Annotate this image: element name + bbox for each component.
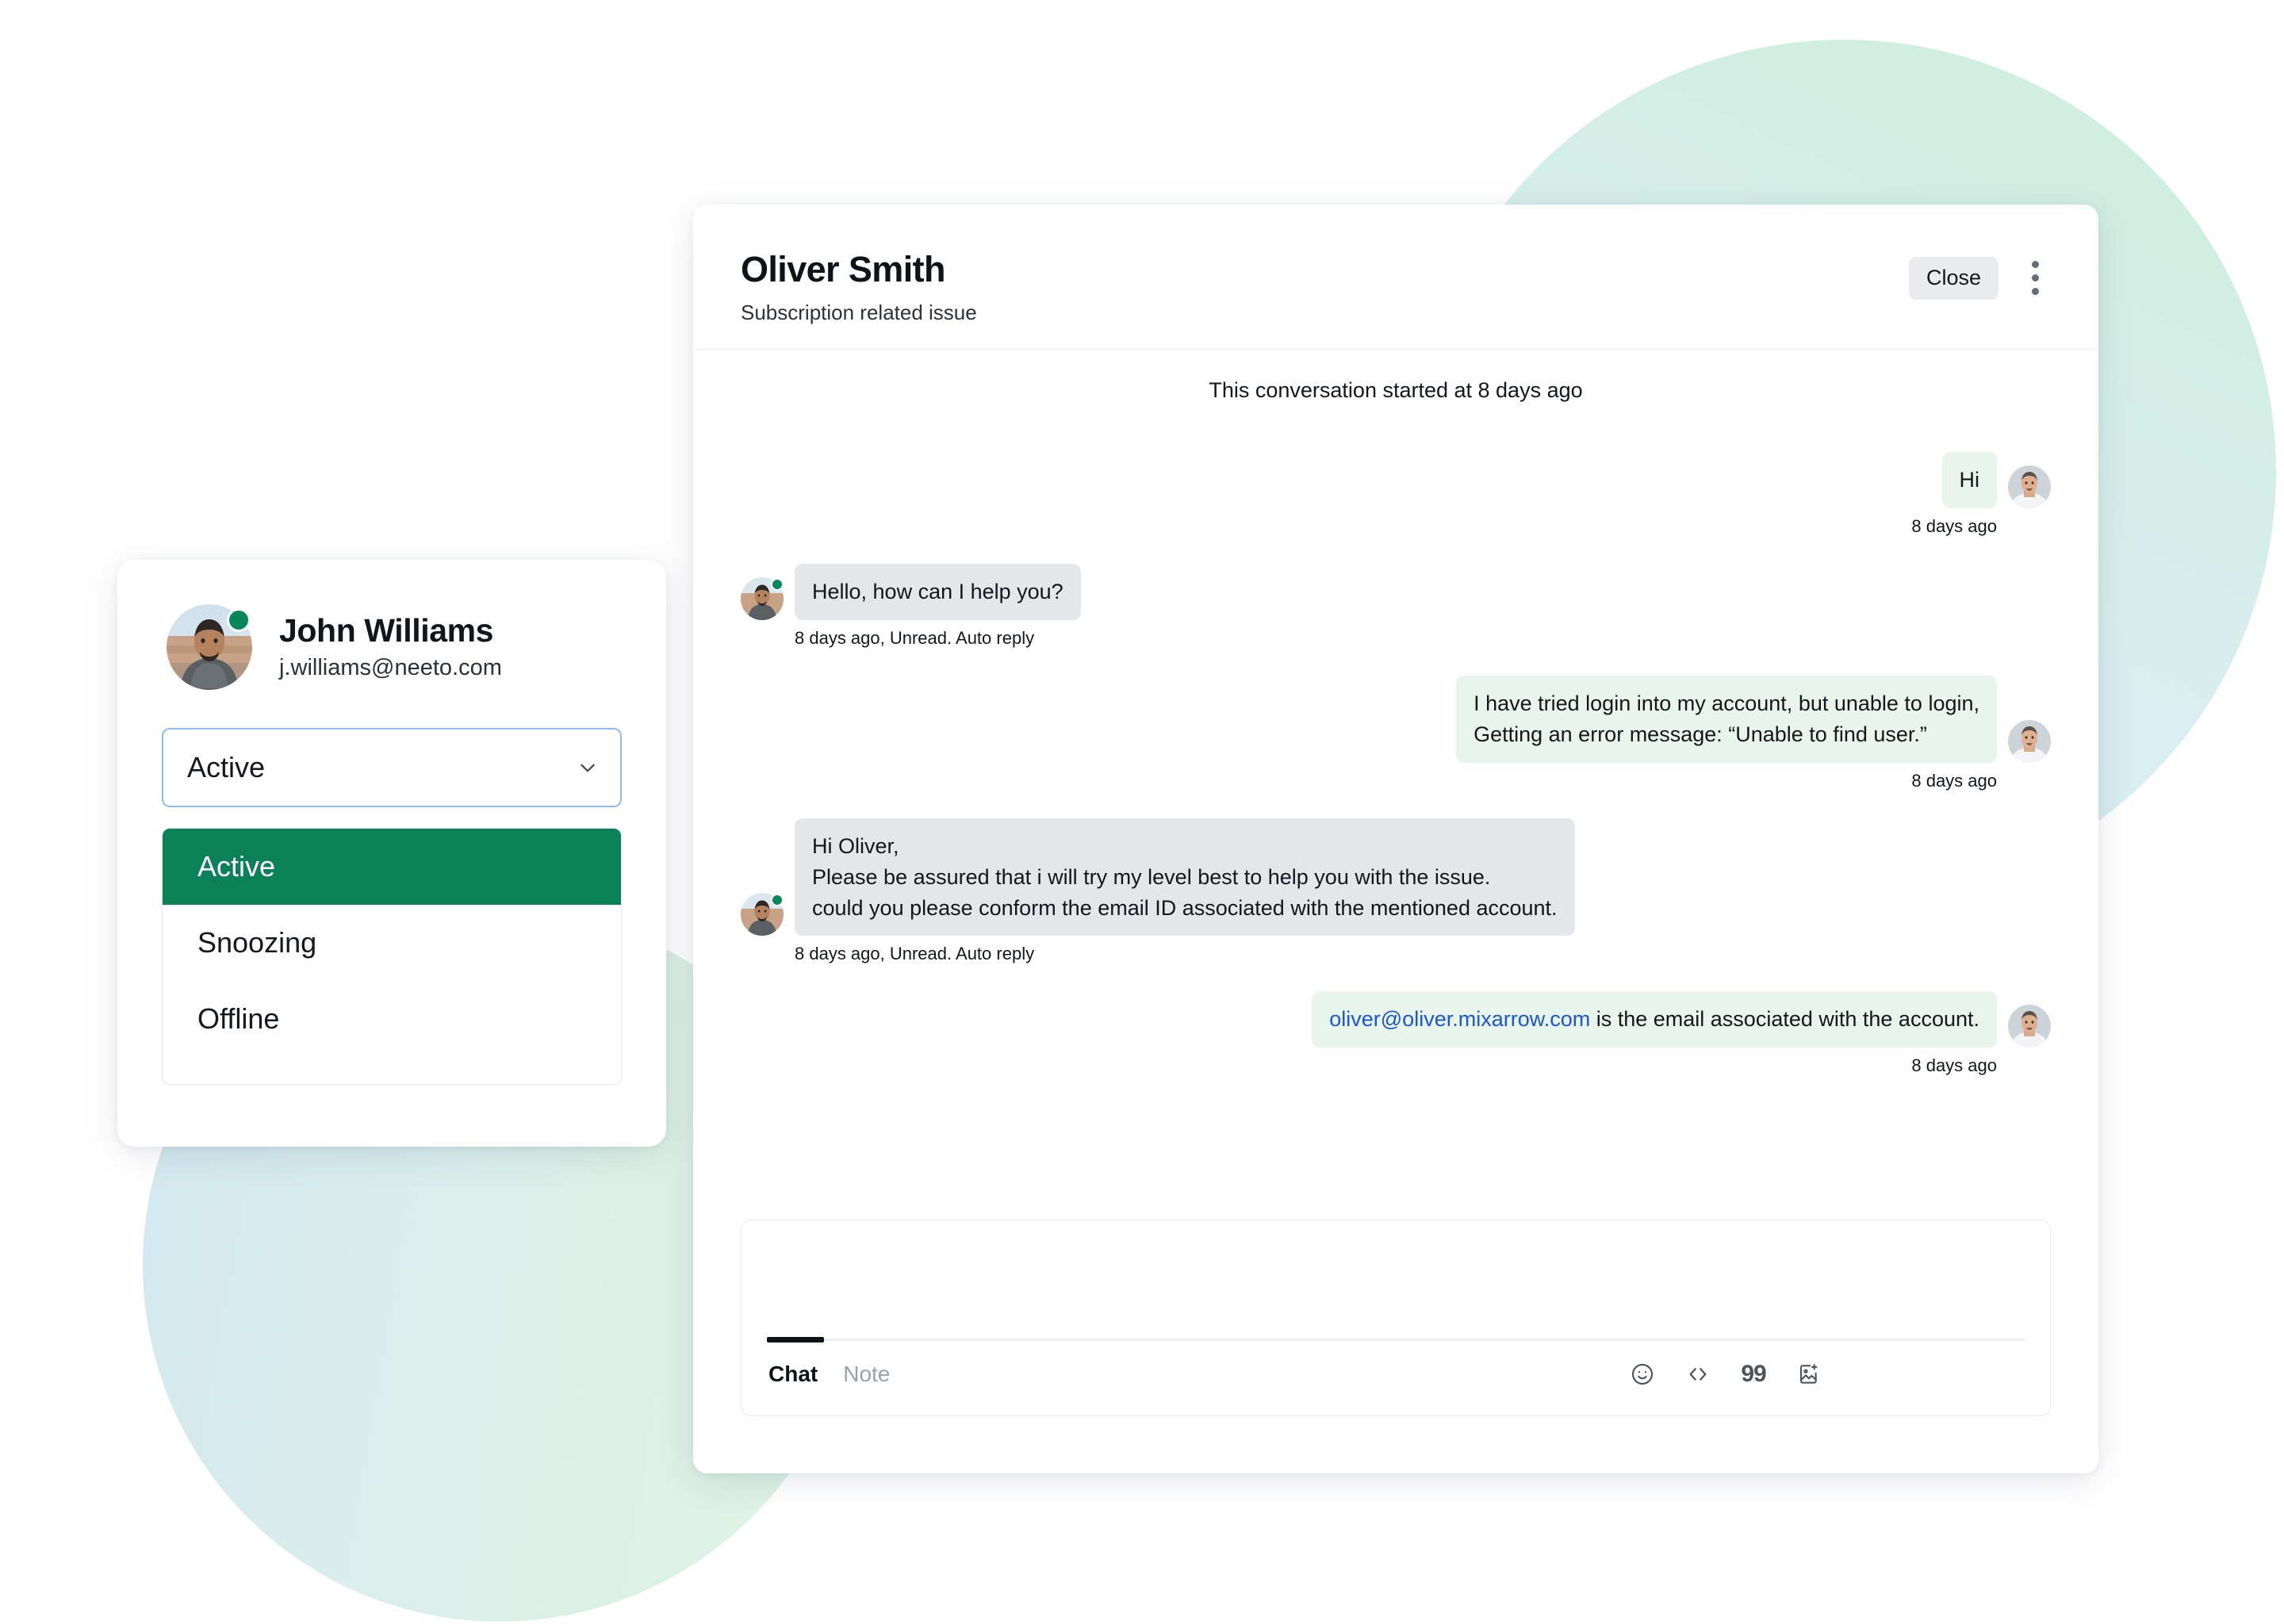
message-in: Hi Oliver, Please be assured that i will…: [741, 818, 2051, 936]
agent-avatar: [741, 577, 784, 620]
close-button[interactable]: Close: [1908, 257, 1998, 300]
quote-icon[interactable]: 99: [1738, 1358, 1769, 1390]
online-status-dot: [771, 578, 784, 591]
agent-email: j.williams@neeto.com: [279, 654, 502, 680]
customer-avatar: [2008, 465, 2051, 511]
customer-avatar-image: [2008, 719, 2051, 766]
agent-avatar-image: [741, 893, 784, 939]
page-title: Oliver Smith: [741, 249, 945, 289]
chevron-down-icon: [577, 757, 598, 778]
message-meta: 8 days ago, Unread. Auto reply: [795, 628, 1035, 648]
message-bubble: Hello, how can I help you?: [795, 564, 1081, 620]
emoji-icon[interactable]: [1627, 1358, 1658, 1390]
status-option-label: Offline: [197, 1002, 280, 1035]
status-select[interactable]: Active: [162, 728, 622, 807]
status-option-label: Active: [197, 850, 276, 883]
agent-status-card: John Williams j.williams@neeto.com Activ…: [117, 560, 666, 1147]
composer-input[interactable]: [742, 1220, 2050, 1339]
message-out: oliver@oliver.mixarrow.com is the email …: [741, 991, 2051, 1048]
message-bubble: Hi Oliver, Please be assured that i will…: [795, 818, 1575, 936]
message-composer: Chat Note 99: [741, 1220, 2051, 1416]
customer-avatar-image: [2008, 465, 2051, 511]
message-meta: 8 days ago: [1911, 516, 1997, 537]
composer-tabs: Chat Note: [768, 1362, 890, 1387]
agent-avatar: [167, 604, 252, 690]
status-option-snoozing[interactable]: Snoozing: [163, 905, 621, 981]
customer-avatar: [2008, 719, 2051, 766]
image-upload-icon[interactable]: [1793, 1358, 1825, 1390]
more-vertical-icon[interactable]: [2019, 258, 2051, 299]
conversation-started-notice: This conversation started at 8 days ago: [1209, 378, 1583, 403]
code-icon[interactable]: [1682, 1358, 1714, 1390]
status-option-offline[interactable]: Offline: [163, 981, 621, 1057]
customer-avatar-image: [2008, 1005, 2051, 1051]
agent-name: John Williams: [279, 611, 494, 649]
message-in: Hello, how can I help you?: [741, 564, 2051, 620]
conversation-header: Oliver Smith Subscription related issue …: [693, 205, 2098, 350]
status-option-active[interactable]: Active: [163, 829, 621, 905]
agent-avatar: [741, 893, 784, 936]
status-options-menu[interactable]: Active Snoozing Offline: [162, 828, 622, 1085]
message-meta: 8 days ago, Unread. Auto reply: [795, 944, 1035, 964]
email-link[interactable]: oliver@oliver.mixarrow.com: [1329, 1007, 1590, 1031]
message-meta: 8 days ago: [1911, 770, 1997, 791]
tab-chat[interactable]: Chat: [768, 1362, 818, 1387]
message-out: Hi: [741, 452, 2051, 511]
online-status-dot: [227, 608, 251, 632]
message-thread[interactable]: This conversation started at 8 days ago …: [693, 350, 2098, 1095]
composer-icon-group: 99: [1627, 1358, 2023, 1390]
message-bubble: I have tried login into my account, but …: [1456, 676, 1997, 763]
composer-tab-underline: [767, 1337, 2025, 1342]
tab-note[interactable]: Note: [843, 1362, 890, 1387]
screen: John Williams j.williams@neeto.com Activ…: [0, 0, 2284, 1624]
customer-avatar: [2008, 1005, 2051, 1048]
message-bubble-text: is the email associated with the account…: [1590, 1007, 1979, 1032]
header-actions: Close: [1908, 251, 2051, 300]
conversation-subtitle: Subscription related issue: [741, 301, 977, 325]
status-option-label: Snoozing: [197, 926, 317, 959]
message-meta: 8 days ago: [1911, 1055, 1997, 1076]
conversation-card: Oliver Smith Subscription related issue …: [693, 205, 2098, 1473]
message-out: I have tried login into my account, but …: [741, 676, 2051, 763]
status-select-value: Active: [187, 751, 266, 783]
quote-icon-glyph: 99: [1741, 1361, 1766, 1387]
agent-avatar-image: [741, 577, 784, 623]
message-bubble: Hi: [1941, 452, 1997, 509]
composer-toolbar: Chat Note 99: [742, 1341, 2050, 1415]
agent-identity: John Williams j.williams@neeto.com: [162, 604, 622, 690]
message-bubble: oliver@oliver.mixarrow.com is the email …: [1312, 991, 1997, 1048]
